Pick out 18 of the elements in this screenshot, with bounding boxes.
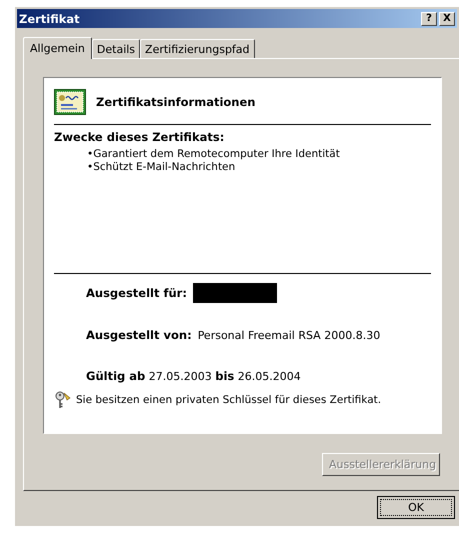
purpose-item: •Garantiert dem Remotecomputer Ihre Identität [87, 148, 341, 161]
help-button[interactable]: ? [421, 12, 437, 26]
issued-by-value: Personal Freemail RSA 2000.8.30 [198, 328, 380, 342]
key-icon [54, 391, 72, 409]
issued-by-label: Ausgestellt von: [86, 328, 192, 342]
tab[interactable]: Allgemein [23, 37, 92, 59]
ok-button[interactable]: OK [377, 496, 455, 519]
purpose-item: •Schützt E-Mail-Nachrichten [87, 161, 236, 174]
window-title: Zertifikat [19, 12, 80, 26]
purposes-title: Zwecke dieses Zertifikats: [54, 130, 226, 144]
issued-to-label: Ausgestellt für: [86, 286, 187, 300]
tab[interactable]: Zertifizierungspfad [140, 39, 255, 58]
info-heading: Zertifikatsinformationen [96, 95, 256, 109]
validity-text: Gültig ab 27.05.2003 bis 26.05.2004 [86, 369, 301, 383]
close-button[interactable]: X [439, 12, 455, 26]
certificate-icon [54, 89, 86, 115]
tab[interactable]: Details [92, 39, 140, 58]
private-key-note: Sie besitzen einen privaten Schlüssel für dieses Zertifikat. [76, 394, 382, 406]
